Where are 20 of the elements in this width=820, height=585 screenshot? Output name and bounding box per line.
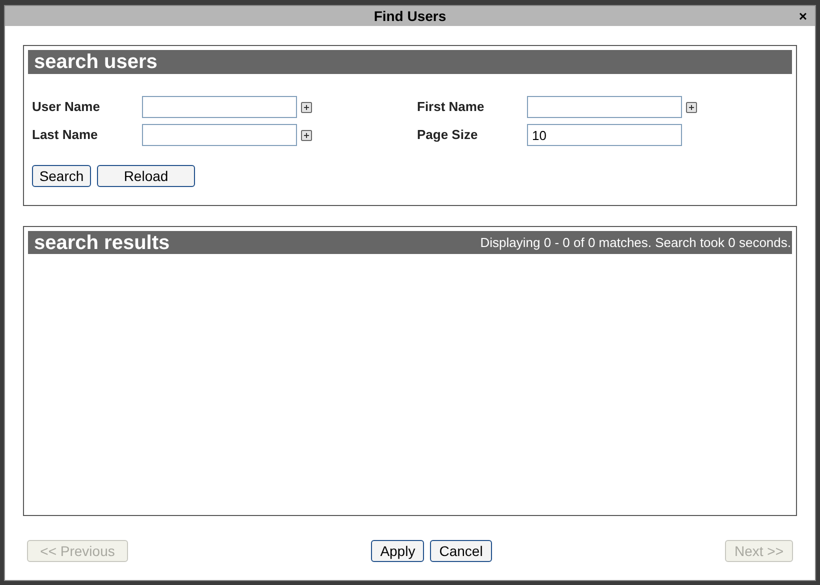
field-label: User Name	[32, 98, 101, 116]
form-button[interactable]: Reload	[97, 165, 195, 187]
field-label: Last Name	[32, 126, 99, 144]
plus-icon[interactable]	[301, 130, 312, 140]
plus-icon[interactable]	[686, 102, 697, 112]
plus-icon[interactable]	[301, 102, 312, 112]
window-title: Find Users	[374, 6, 446, 26]
input-field[interactable]	[142, 124, 297, 146]
input-field[interactable]	[142, 96, 297, 118]
dialog-button[interactable]: Apply	[371, 540, 424, 562]
close-button[interactable]: ×	[798, 7, 807, 25]
dialog-button[interactable]: Cancel	[430, 540, 492, 562]
input-field[interactable]: 10	[527, 124, 682, 146]
form-button[interactable]: Search	[32, 165, 91, 187]
panel-title: search users	[34, 50, 158, 75]
panel-title: search results	[34, 230, 170, 256]
input-field[interactable]	[527, 96, 682, 118]
field-label: Page Size	[417, 126, 479, 144]
results-status: Displaying 0 - 0 of 0 matches. Search took 0 seconds.	[480, 234, 791, 252]
field-label: First Name	[417, 98, 486, 116]
